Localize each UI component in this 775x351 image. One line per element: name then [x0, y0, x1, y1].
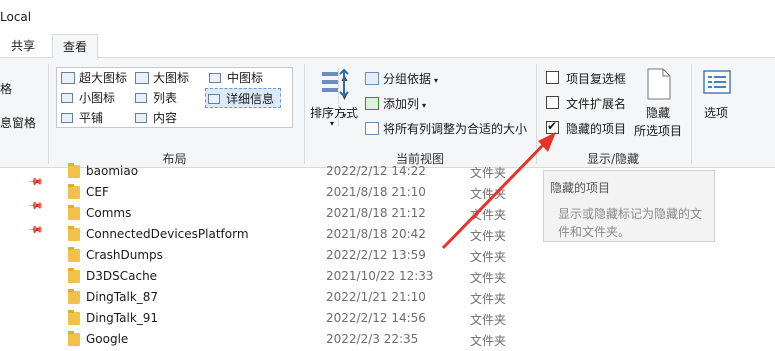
- annotation-arrow-shaft: [441, 141, 547, 250]
- annotation-arrow: [441, 132, 556, 250]
